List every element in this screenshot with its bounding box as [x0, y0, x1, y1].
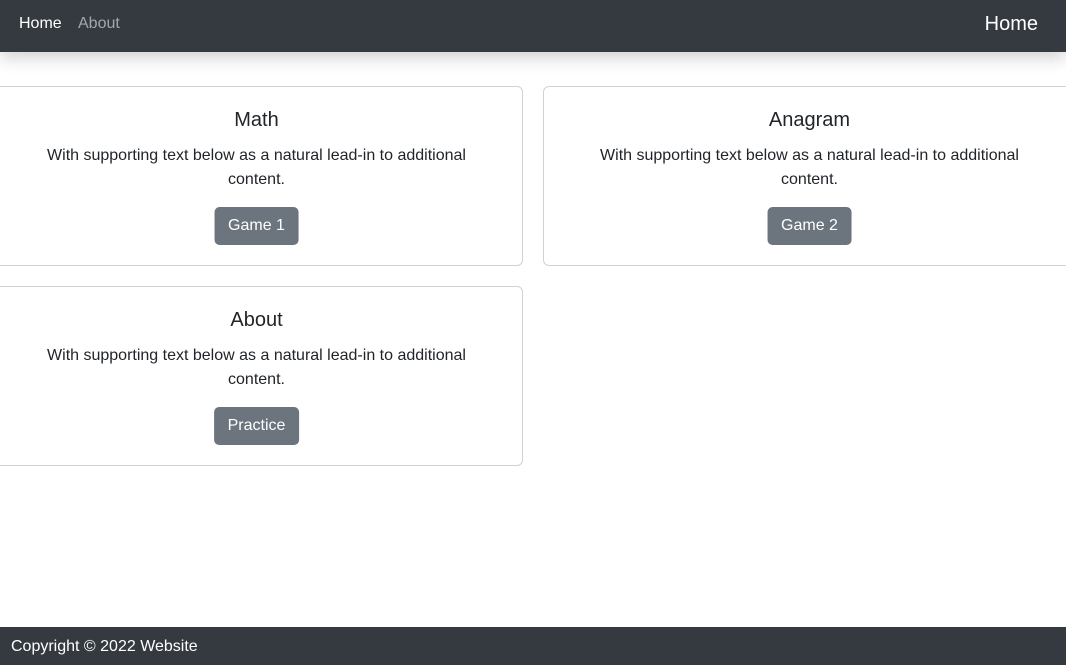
nav-link-about[interactable]: About — [78, 14, 120, 34]
top-navbar: Home About Home — [0, 0, 1066, 52]
practice-button[interactable]: Practice — [213, 407, 300, 445]
card-text: With supporting text below as a natural … — [600, 147, 1019, 188]
card-title: Math — [234, 109, 279, 131]
nav-link-home[interactable]: Home — [19, 14, 62, 34]
card-anagram: Anagram With supporting text below as a … — [543, 86, 1066, 266]
navbar-brand[interactable]: Home — [985, 12, 1038, 36]
footer-copyright: Copyright © 2022 Website — [11, 638, 198, 655]
game-1-button[interactable]: Game 1 — [214, 207, 299, 245]
card-title: About — [230, 309, 283, 331]
card-text: With supporting text below as a natural … — [47, 347, 466, 388]
card-math: Math With supporting text below as a nat… — [0, 86, 523, 266]
game-2-button[interactable]: Game 2 — [767, 207, 852, 245]
card-title: Anagram — [768, 109, 851, 131]
page-footer: Copyright © 2022 Website — [0, 627, 1066, 665]
card-about: About With supporting text below as a na… — [0, 286, 523, 466]
card-text: With supporting text below as a natural … — [47, 147, 466, 188]
